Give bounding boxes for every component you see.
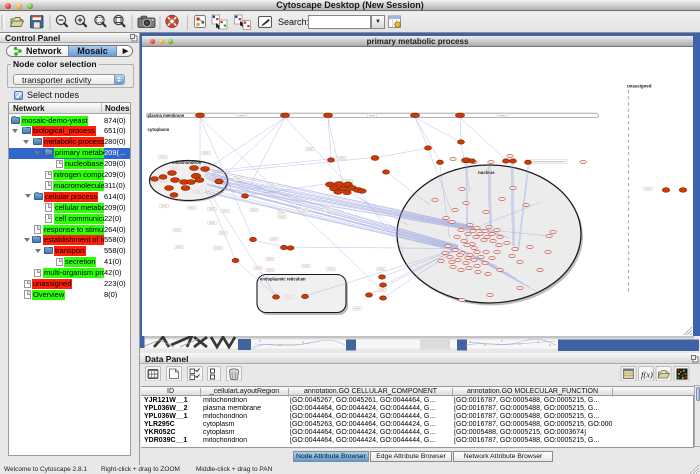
svg-text:mitochondrion: mitochondrion — [172, 160, 202, 165]
svg-text:unassigned: unassigned — [627, 84, 652, 89]
svg-text:f(x): f(x) — [641, 370, 653, 380]
svg-text:cytoplasm: cytoplasm — [148, 127, 170, 132]
svg-text:nucleus: nucleus — [478, 170, 495, 175]
svg-text:plasma membrane: plasma membrane — [148, 113, 185, 118]
svg-text:endoplasmic reticulum: endoplasmic reticulum — [260, 277, 306, 282]
